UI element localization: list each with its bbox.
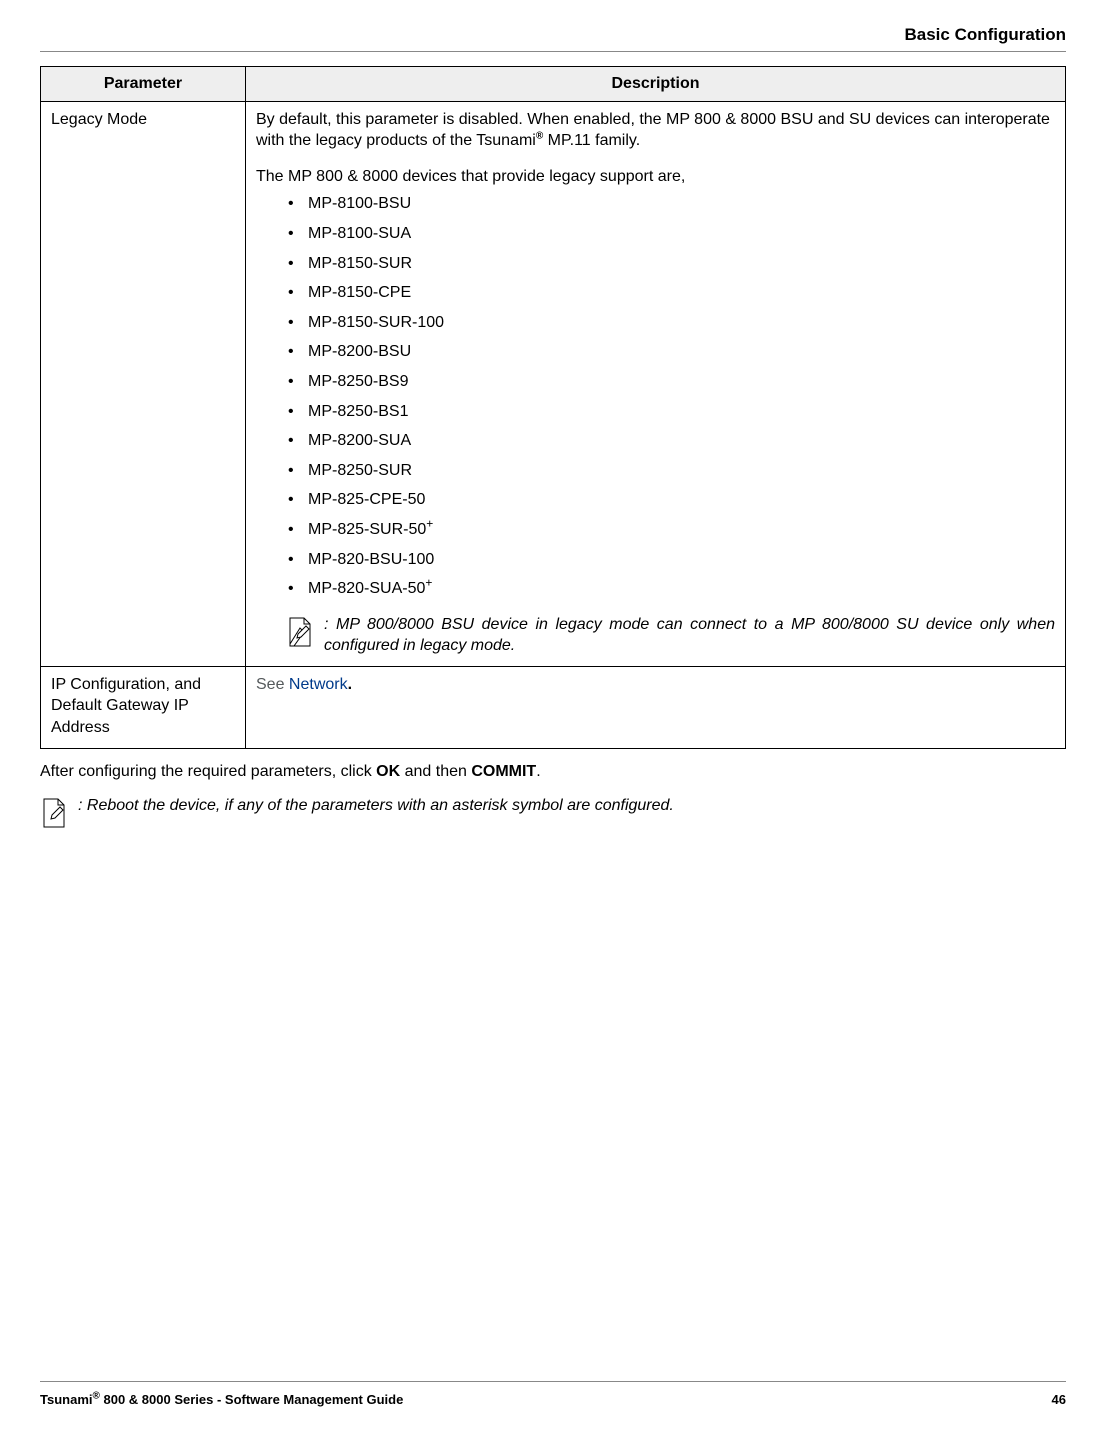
footer-title: 800 & 8000 Series - Software Management … [100, 1392, 403, 1407]
section-header: Basic Configuration [40, 25, 1066, 45]
text: and then [400, 763, 471, 780]
text: After configuring the required parameter… [40, 763, 376, 780]
list-item: MP-8250-SUR [256, 460, 1055, 482]
list-item: MP-825-SUR-50+ [256, 519, 1055, 541]
list-item: MP-8100-SUA [256, 223, 1055, 245]
desc-text: MP.11 family. [543, 132, 640, 149]
registered-mark: ® [93, 1391, 100, 1402]
period: . [348, 676, 352, 693]
list-item: MP-8150-CPE [256, 282, 1055, 304]
desc-paragraph: The MP 800 & 8000 devices that provide l… [256, 166, 1055, 188]
table-row-legacy-mode: Legacy Mode By default, this parameter i… [41, 101, 1066, 666]
list-item: MP-8150-SUR-100 [256, 312, 1055, 334]
instruction-paragraph: After configuring the required parameter… [40, 763, 1066, 781]
table-header-parameter: Parameter [41, 67, 246, 102]
reboot-note: : Reboot the device, if any of the param… [40, 795, 1066, 831]
device-list: MP-8100-BSU MP-8100-SUA MP-8150-SUR MP-8… [256, 193, 1055, 599]
parameter-cell: IP Configuration, and Default Gateway IP… [41, 666, 246, 748]
list-item: MP-8200-SUA [256, 430, 1055, 452]
network-link[interactable]: Network [289, 676, 348, 693]
table-header-description: Description [246, 67, 1066, 102]
header-divider [40, 51, 1066, 52]
list-item: MP-8200-BSU [256, 341, 1055, 363]
text: . [536, 763, 540, 780]
desc-text: By default, this parameter is disabled. … [256, 111, 1050, 150]
table-row-ip-configuration: IP Configuration, and Default Gateway IP… [41, 666, 1066, 748]
list-item: MP-8150-SUR [256, 253, 1055, 275]
plus-superscript: + [426, 517, 433, 531]
description-cell: See Network. [246, 666, 1066, 748]
page-number: 46 [1052, 1392, 1066, 1407]
desc-paragraph: By default, this parameter is disabled. … [256, 109, 1055, 152]
table-header-row: Parameter Description [41, 67, 1066, 102]
footer-left: Tsunami® 800 & 8000 Series - Software Ma… [40, 1392, 403, 1407]
footer-divider [40, 1381, 1066, 1382]
parameter-cell: Legacy Mode [41, 101, 246, 666]
list-item-text: MP-825-SUR-50 [308, 521, 426, 538]
note-icon [286, 616, 314, 650]
description-cell: By default, this parameter is disabled. … [246, 101, 1066, 666]
ok-label: OK [376, 763, 400, 780]
page-footer: Tsunami® 800 & 8000 Series - Software Ma… [40, 1381, 1066, 1407]
plus-superscript: + [425, 576, 432, 590]
footer-brand: Tsunami [40, 1392, 93, 1407]
commit-label: COMMIT [471, 763, 536, 780]
see-text: See [256, 676, 289, 693]
note-text: : Reboot the device, if any of the param… [78, 795, 674, 817]
list-item: MP-8250-BS9 [256, 371, 1055, 393]
list-item: MP-820-SUA-50+ [256, 578, 1055, 600]
note-block: : MP 800/8000 BSU device in legacy mode … [256, 614, 1055, 657]
list-item: MP-8100-BSU [256, 193, 1055, 215]
note-text: : MP 800/8000 BSU device in legacy mode … [324, 614, 1055, 657]
list-item-text: MP-820-SUA-50 [308, 580, 425, 597]
list-item: MP-8250-BS1 [256, 401, 1055, 423]
list-item: MP-825-CPE-50 [256, 489, 1055, 511]
parameters-table: Parameter Description Legacy Mode By def… [40, 66, 1066, 749]
note-icon [40, 797, 68, 831]
list-item: MP-820-BSU-100 [256, 549, 1055, 571]
